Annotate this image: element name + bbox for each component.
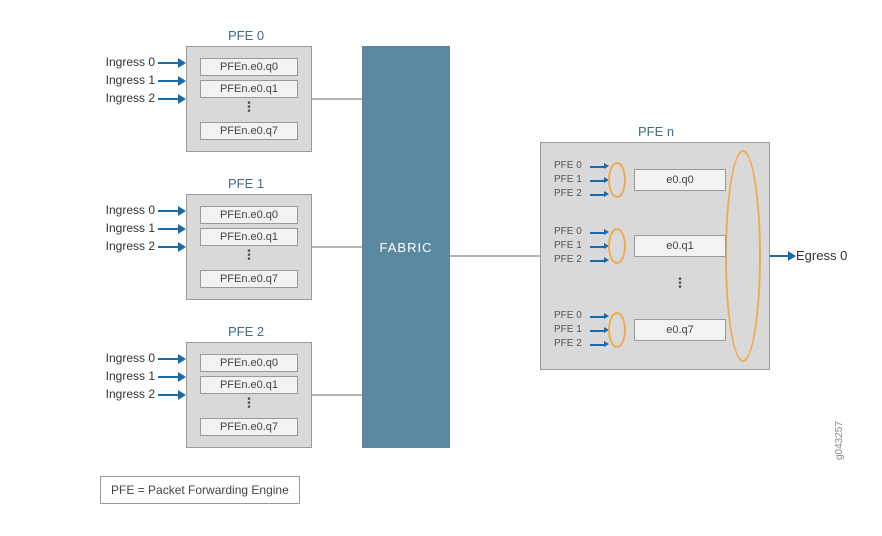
figure-id: g043257 [834,421,845,460]
fabric-block: FABRIC [362,46,450,448]
pfe2-q0: PFEn.e0.q0 [200,354,298,372]
pfe2-in2-label: Ingress 2 [95,387,155,401]
pfe2-fabric-conn [312,394,362,396]
pfe0-in0-arrow-head [178,58,186,68]
pfe1-in2-arrow [158,246,178,248]
pfe0-fabric-conn [312,98,362,100]
g1-sched-icon [608,228,626,264]
legend: PFE = Packet Forwarding Engine [100,476,300,504]
g2-a1 [590,330,604,332]
g0-queue: e0.q0 [634,169,726,191]
pfe1-in0-arrow-head [178,206,186,216]
g2-a2 [590,344,604,346]
fabric-label: FABRIC [380,240,433,255]
g0-sched-icon [608,162,626,198]
g0-src1: PFE 1 [554,174,582,185]
g0-a0h [604,163,609,169]
pfe0-in1-arrow-head [178,76,186,86]
pfe0-in1-label: Ingress 1 [95,73,155,87]
pfe2-in0-arrow [158,358,178,360]
pfe0-in2-arrow-head [178,94,186,104]
g0-a1 [590,180,604,182]
pfe1-q0: PFEn.e0.q0 [200,206,298,224]
pfe2-in2-arrow-head [178,390,186,400]
g2-a0h [604,313,609,319]
pfe0-q0: PFEn.e0.q0 [200,58,298,76]
egress-arrow [770,255,788,257]
g2-a0 [590,316,604,318]
pfen-vdots: ••• [678,278,682,290]
g2-queue: e0.q7 [634,319,726,341]
pfe0-q1: PFEn.e0.q1 [200,80,298,98]
port-scheduler-icon [725,150,761,362]
g2-src0: PFE 0 [554,310,582,321]
pfe1-title: PFE 1 [228,176,264,191]
g0-a2h [604,191,609,197]
pfe1-q1: PFEn.e0.q1 [200,228,298,246]
pfe1-fabric-conn [312,246,362,248]
pfe0-title: PFE 0 [228,28,264,43]
pfe0-vdots: ••• [247,102,251,114]
pfe1-in2-arrow-head [178,242,186,252]
pfe1-q7: PFEn.e0.q7 [200,270,298,288]
pfe0-in2-arrow [158,98,178,100]
g2-src2: PFE 2 [554,338,582,349]
g1-src1: PFE 1 [554,240,582,251]
pfe1-in0-label: Ingress 0 [95,203,155,217]
egress-label: Egress 0 [796,248,847,263]
pfe2-in0-arrow-head [178,354,186,364]
pfe2-in1-label: Ingress 1 [95,369,155,383]
g0-a2 [590,194,604,196]
g1-a0 [590,232,604,234]
pfe2-title: PFE 2 [228,324,264,339]
pfe2-q1: PFEn.e0.q1 [200,376,298,394]
g1-queue: e0.q1 [634,235,726,257]
g1-a2h [604,257,609,263]
g1-src2: PFE 2 [554,254,582,265]
pfe1-in1-label: Ingress 1 [95,221,155,235]
pfe0-q7: PFEn.e0.q7 [200,122,298,140]
pfe1-in2-label: Ingress 2 [95,239,155,253]
g0-src2: PFE 2 [554,188,582,199]
g1-src0: PFE 0 [554,226,582,237]
g0-src0: PFE 0 [554,160,582,171]
pfe1-in1-arrow [158,228,178,230]
pfe0-in2-label: Ingress 2 [95,91,155,105]
pfe2-in0-label: Ingress 0 [95,351,155,365]
pfe1-in1-arrow-head [178,224,186,234]
g2-a2h [604,341,609,347]
pfe0-in1-arrow [158,80,178,82]
pfe2-q7: PFEn.e0.q7 [200,418,298,436]
g2-sched-icon [608,312,626,348]
pfe0-in0-label: Ingress 0 [95,55,155,69]
pfe0-in0-arrow [158,62,178,64]
g1-a2 [590,260,604,262]
g1-a0h [604,229,609,235]
pfen-title: PFE n [638,124,674,139]
g1-a1 [590,246,604,248]
fabric-pfen-conn [450,255,540,257]
g0-a0 [590,166,604,168]
g2-src1: PFE 1 [554,324,582,335]
pfe1-vdots: ••• [247,250,251,262]
pfe2-vdots: ••• [247,398,251,410]
pfe2-in1-arrow [158,376,178,378]
egress-arrow-head [788,251,796,261]
pfe2-in2-arrow [158,394,178,396]
pfe1-in0-arrow [158,210,178,212]
pfe2-in1-arrow-head [178,372,186,382]
